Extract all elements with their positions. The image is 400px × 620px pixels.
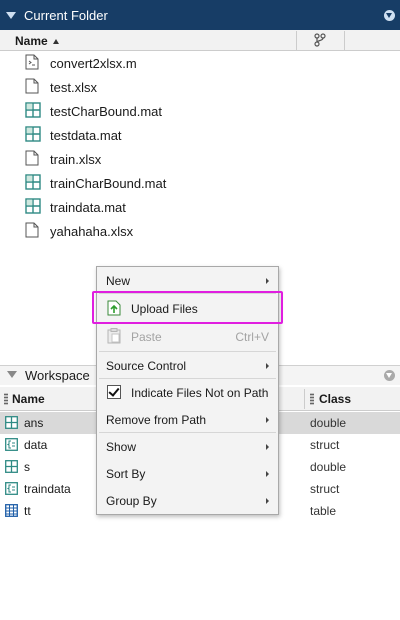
file-name: traindata.mat	[50, 200, 126, 215]
variable-class: double	[310, 460, 347, 474]
collapse-triangle-icon[interactable]	[6, 12, 16, 19]
workspace-title: Workspace	[25, 368, 90, 383]
drag-grip-icon[interactable]	[4, 393, 8, 405]
collapse-triangle-icon[interactable]	[7, 371, 17, 378]
panel-options-icon[interactable]	[384, 10, 395, 21]
column-name-header[interactable]: Name	[15, 34, 48, 48]
file-row[interactable]: yahahaha.xlsx	[0, 219, 400, 243]
file-row[interactable]: train.xlsx	[0, 147, 400, 171]
variable-class: double	[310, 416, 347, 430]
menu-separator	[99, 432, 276, 433]
file-name: yahahaha.xlsx	[50, 224, 134, 239]
struct-icon	[5, 438, 18, 454]
table-icon	[5, 504, 18, 520]
menu-item-label: Show	[106, 440, 137, 454]
file-row[interactable]: testCharBound.mat	[0, 99, 400, 123]
menu-item-remove-from-path[interactable]: Remove from Path	[97, 407, 278, 431]
drag-grip-icon[interactable]	[310, 393, 314, 405]
matrix-icon	[5, 416, 18, 432]
column-divider[interactable]	[344, 31, 345, 50]
menu-item-label: Source Control	[106, 359, 187, 373]
variable-class: struct	[310, 482, 340, 496]
git-branch-icon[interactable]	[313, 33, 327, 47]
submenu-arrow-icon	[266, 363, 269, 369]
menu-item-label: New	[106, 274, 131, 288]
variable-name: data	[24, 438, 48, 452]
file-list: convert2xlsx.m test.xlsx testCharBound.mat…	[0, 51, 400, 243]
sort-ascending-icon[interactable]	[53, 39, 59, 44]
menu-item-label: Indicate Files Not on Path	[131, 386, 269, 400]
menu-item-new[interactable]: New	[97, 268, 278, 292]
file-name: testCharBound.mat	[50, 104, 163, 119]
menu-separator	[99, 378, 276, 379]
file-row[interactable]: traindata.mat	[0, 195, 400, 219]
matrix-icon	[5, 460, 18, 476]
column-divider[interactable]	[296, 31, 297, 50]
panel-options-icon[interactable]	[384, 370, 395, 381]
shortcut-label: Ctrl+V	[235, 330, 269, 344]
variable-name: s	[24, 460, 30, 474]
file-row[interactable]: testdata.mat	[0, 123, 400, 147]
submenu-arrow-icon	[266, 417, 269, 423]
file-name: testdata.mat	[50, 128, 122, 143]
file-icon	[25, 78, 39, 97]
file-name: convert2xlsx.m	[50, 56, 137, 71]
menu-item-label: Group By	[106, 494, 157, 508]
file-name: trainCharBound.mat	[50, 176, 167, 191]
mat-file-icon	[25, 174, 41, 193]
menu-item-label: Sort By	[106, 467, 146, 481]
submenu-arrow-icon	[266, 471, 269, 477]
current-folder-title: Current Folder	[24, 8, 108, 23]
checkbox-checked-icon[interactable]	[107, 385, 121, 399]
menu-item-indicate-files-not-on-path[interactable]: Indicate Files Not on Path	[97, 380, 278, 404]
file-row[interactable]: test.xlsx	[0, 75, 400, 99]
paste-icon	[107, 328, 121, 344]
file-icon	[25, 150, 39, 169]
column-name-header[interactable]: Name	[12, 392, 45, 406]
menu-item-sort-by[interactable]: Sort By	[97, 461, 278, 485]
menu-item-show[interactable]: Show	[97, 434, 278, 458]
current-folder-header: Current Folder	[0, 0, 400, 30]
menu-item-source-control[interactable]: Source Control	[97, 353, 278, 377]
column-class-header[interactable]: Class	[319, 392, 351, 406]
struct-icon	[5, 482, 18, 498]
file-name: train.xlsx	[50, 152, 102, 167]
file-name: test.xlsx	[50, 80, 97, 95]
submenu-arrow-icon	[266, 498, 269, 504]
menu-item-label: Remove from Path	[106, 413, 207, 427]
menu-item-group-by[interactable]: Group By	[97, 488, 278, 512]
file-icon	[25, 222, 39, 241]
mat-file-icon	[25, 198, 41, 217]
upload-files-highlight	[92, 291, 283, 324]
variable-class: struct	[310, 438, 340, 452]
column-divider[interactable]	[304, 389, 305, 409]
mat-file-icon	[25, 126, 41, 145]
menu-separator	[99, 351, 276, 352]
submenu-arrow-icon	[266, 278, 269, 284]
file-row[interactable]: trainCharBound.mat	[0, 171, 400, 195]
submenu-arrow-icon	[266, 444, 269, 450]
variable-name: ans	[24, 416, 44, 430]
menu-item-label: Paste	[131, 330, 162, 344]
mat-file-icon	[25, 102, 41, 121]
variable-class: table	[310, 504, 337, 518]
variable-name: traindata	[24, 482, 71, 496]
menu-item-paste[interactable]: Paste Ctrl+V	[97, 324, 278, 348]
file-column-header: Name	[0, 30, 400, 51]
script-file-icon	[25, 54, 39, 73]
variable-name: tt	[24, 504, 31, 518]
file-row[interactable]: convert2xlsx.m	[0, 51, 400, 75]
